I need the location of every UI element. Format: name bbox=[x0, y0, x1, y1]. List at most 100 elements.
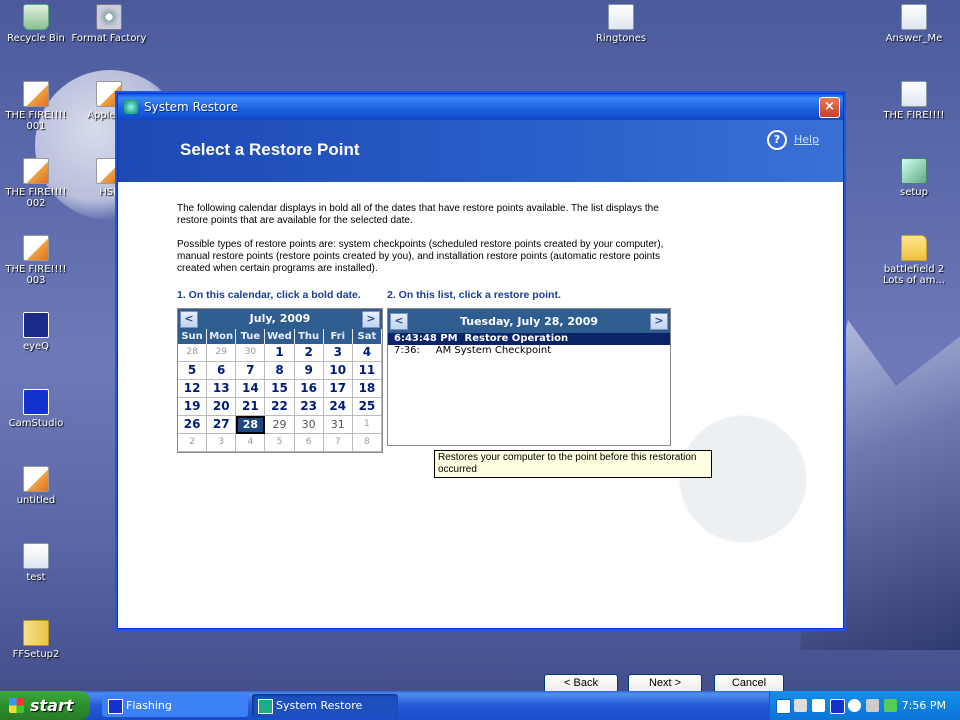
calendar-day[interactable]: 1 bbox=[265, 344, 295, 362]
restore-list-header: < Tuesday, July 28, 2009 > bbox=[388, 309, 670, 333]
calendar-day[interactable]: 23 bbox=[294, 398, 324, 416]
help-tray-icon[interactable] bbox=[776, 699, 791, 714]
calendar-day[interactable]: 2 bbox=[294, 344, 324, 362]
folder-icon bbox=[901, 235, 927, 261]
calendar-day[interactable]: 11 bbox=[352, 362, 382, 380]
desktop-icon-test[interactable]: test bbox=[0, 543, 76, 583]
taskbar-item-system-restore[interactable]: System Restore bbox=[252, 694, 398, 717]
help-link[interactable]: Help bbox=[794, 133, 819, 146]
restore-types-text: Possible types of restore points are: sy… bbox=[177, 239, 664, 274]
calendar-day[interactable]: 12 bbox=[178, 380, 208, 398]
desktop-icon-the-fire-002[interactable]: THE FIRE!!!! 002 bbox=[0, 158, 76, 209]
calendar-day[interactable]: 21 bbox=[236, 398, 266, 416]
setup-icon bbox=[901, 158, 927, 184]
calendar-day[interactable]: 18 bbox=[352, 380, 382, 398]
desktop-icon-ringtones[interactable]: Ringtones bbox=[581, 4, 661, 44]
calendar-header: < July, 2009 > bbox=[178, 309, 382, 329]
calendar-day[interactable]: 29 bbox=[265, 416, 295, 434]
desktop-icon-untitled[interactable]: untitled bbox=[0, 466, 76, 506]
calendar-grid: Sun Mon Tue Wed Thu Fri Sat 28 29 30 1 2 3 4 5 6 7 8 9 10 11… bbox=[178, 329, 382, 452]
calendar-day[interactable]: 7 bbox=[323, 434, 353, 452]
calendar-day[interactable]: 22 bbox=[265, 398, 295, 416]
calendar-day[interactable]: 1 bbox=[352, 416, 382, 434]
close-button[interactable]: × bbox=[819, 97, 840, 118]
day-of-week-header: Wed bbox=[265, 329, 295, 344]
calendar-day[interactable]: 5 bbox=[265, 434, 295, 452]
calendar-day[interactable]: 3 bbox=[323, 344, 353, 362]
help-icon[interactable]: ? bbox=[767, 130, 787, 150]
restore-list-date: Tuesday, July 28, 2009 bbox=[459, 315, 599, 328]
calendar-day[interactable]: 30 bbox=[236, 344, 266, 362]
media-file-icon bbox=[23, 466, 49, 492]
antivirus-tray-icon[interactable] bbox=[884, 699, 897, 712]
calendar-next-month-button[interactable]: > bbox=[362, 311, 380, 328]
calendar-day[interactable]: 17 bbox=[323, 380, 353, 398]
desktop-icon-the-fire[interactable]: THE FIRE!!!! bbox=[874, 81, 954, 121]
taskbar-item-flashing[interactable]: Flashing bbox=[102, 694, 248, 717]
desktop-icon-recycle-bin[interactable]: Recycle Bin bbox=[0, 4, 76, 44]
day-of-week-header: Sun bbox=[178, 329, 208, 344]
desktop-icon-setup[interactable]: setup bbox=[874, 158, 954, 198]
calendar-day[interactable]: 20 bbox=[207, 398, 237, 416]
calendar-day[interactable]: 29 bbox=[207, 344, 237, 362]
window-title: System Restore bbox=[144, 100, 239, 114]
calendar-day[interactable]: 25 bbox=[352, 398, 382, 416]
taskbar: start Flashing System Restore 7:56 PM bbox=[0, 691, 960, 720]
desktop-icon-format-factory[interactable]: Format Factory bbox=[69, 4, 149, 44]
calendar-day[interactable]: 4 bbox=[236, 434, 266, 452]
desktop-icon-battlefield-2[interactable]: battlefield 2 Lots of am... bbox=[874, 235, 954, 286]
desktop-icon-ffsetup2[interactable]: FFSetup2 bbox=[0, 620, 76, 660]
calendar-day[interactable]: 19 bbox=[178, 398, 208, 416]
zip-file-icon bbox=[23, 620, 49, 646]
calendar-day[interactable]: 7 bbox=[236, 362, 266, 380]
calendar-day[interactable]: 28 bbox=[178, 344, 208, 362]
desktop-icon-answer-me[interactable]: Answer_Me bbox=[874, 4, 954, 44]
intro-text: The following calendar displays in bold … bbox=[177, 203, 659, 226]
desktop-icon-camstudio[interactable]: CamStudio bbox=[0, 389, 76, 429]
calendar-day[interactable]: 5 bbox=[178, 362, 208, 380]
restore-point-tooltip: Restores your computer to the point befo… bbox=[434, 450, 712, 478]
calendar-day[interactable]: 4 bbox=[352, 344, 382, 362]
calendar-day[interactable]: 31 bbox=[323, 416, 353, 434]
desktop-icon-the-fire-001[interactable]: THE FIRE!!!! 001 bbox=[0, 81, 76, 132]
calendar-day[interactable]: 6 bbox=[207, 362, 237, 380]
calendar-month: July, 2009 bbox=[249, 312, 311, 325]
bluetooth-tray-icon[interactable] bbox=[848, 699, 861, 712]
calendar-day[interactable]: 3 bbox=[207, 434, 237, 452]
video-file-icon bbox=[608, 4, 634, 30]
media-file-icon bbox=[23, 81, 49, 107]
title-bar[interactable]: System Restore × bbox=[118, 94, 843, 120]
calendar-day[interactable]: 30 bbox=[294, 416, 324, 434]
calendar-day[interactable]: 8 bbox=[352, 434, 382, 452]
clock: 7:56 PM bbox=[901, 699, 946, 712]
calendar-day[interactable]: 28 bbox=[236, 416, 266, 434]
day-of-week-header: Sat bbox=[352, 329, 382, 344]
calendar-day[interactable]: 16 bbox=[294, 380, 324, 398]
calendar-day[interactable]: 26 bbox=[178, 416, 208, 434]
mp3-file-icon bbox=[901, 4, 927, 30]
video-file-icon bbox=[23, 543, 49, 569]
calendar-day[interactable]: 8 bbox=[265, 362, 295, 380]
recycle-bin-icon bbox=[23, 4, 49, 30]
network-tray-icon[interactable] bbox=[794, 699, 807, 712]
media-file-icon bbox=[23, 158, 49, 184]
list-next-day-button[interactable]: > bbox=[650, 313, 668, 330]
calendar-day[interactable]: 14 bbox=[236, 380, 266, 398]
desktop-icon-eyeq[interactable]: eyeQ bbox=[0, 312, 76, 352]
restore-point-item[interactable]: 7:36: AM System Checkpoint bbox=[388, 345, 670, 357]
volume-tray-icon[interactable] bbox=[866, 699, 879, 712]
calendar-day[interactable]: 2 bbox=[178, 434, 208, 452]
app-tray-icon[interactable] bbox=[830, 699, 845, 714]
desktop-icon-the-fire-003[interactable]: THE FIRE!!!! 003 bbox=[0, 235, 76, 286]
calendar-day[interactable]: 6 bbox=[294, 434, 324, 452]
calendar-day[interactable]: 9 bbox=[294, 362, 324, 380]
calendar-day[interactable]: 27 bbox=[207, 416, 237, 434]
start-button[interactable]: start bbox=[0, 691, 90, 720]
calendar-day[interactable]: 13 bbox=[207, 380, 237, 398]
camstudio-tray-icon[interactable] bbox=[812, 699, 825, 712]
step-1-label: 1. On this calendar, click a bold date. bbox=[177, 289, 361, 301]
calendar-day[interactable]: 24 bbox=[323, 398, 353, 416]
restore-point-item[interactable]: 6:43:48 PM Restore Operation bbox=[388, 333, 670, 345]
calendar-day[interactable]: 15 bbox=[265, 380, 295, 398]
calendar-day[interactable]: 10 bbox=[323, 362, 353, 380]
